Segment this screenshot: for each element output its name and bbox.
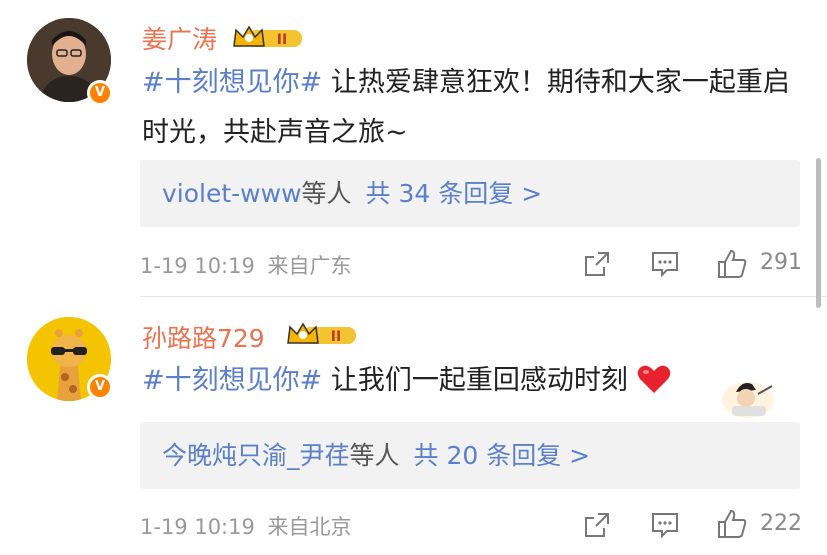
share-icon[interactable] bbox=[582, 510, 612, 540]
verified-badge: V bbox=[87, 374, 113, 400]
comment-text: #十刻想见你# 让我们一起重回感动时刻 bbox=[142, 356, 802, 406]
reply-etc: 等人 bbox=[301, 179, 352, 208]
like-icon[interactable] bbox=[716, 248, 748, 280]
reply-etc: 等人 bbox=[349, 441, 400, 470]
comment-item: V 姜广涛 II #十刻想见你# 让热爱肆意狂欢！期待和大家一起重启时光，共赴声… bbox=[0, 0, 827, 296]
like-count: 291 bbox=[760, 250, 802, 275]
svg-text:II: II bbox=[277, 32, 287, 48]
username[interactable]: 姜广涛 bbox=[142, 20, 217, 56]
comment-datetime: 1-19 10:19 bbox=[140, 254, 255, 278]
reply-users[interactable]: 今晚炖只渝_尹荏 bbox=[162, 441, 350, 470]
comment-location: 来自北京 bbox=[267, 515, 352, 539]
reply-count[interactable]: 共 20 条回复 > bbox=[414, 441, 591, 470]
comment-text: #十刻想见你# 让热爱肆意狂欢！期待和大家一起重启时光，共赴声音之旅~ bbox=[142, 58, 802, 158]
share-icon[interactable] bbox=[582, 249, 612, 279]
replies-preview[interactable]: 今晚炖只渝_尹荏等人共 20 条回复 > bbox=[140, 422, 800, 489]
comment-meta: 1-19 10:19 来自广东 bbox=[140, 250, 352, 280]
comment-datetime: 1-19 10:19 bbox=[140, 515, 255, 539]
topic-link[interactable]: #十刻想见你# bbox=[142, 365, 322, 396]
comment-item: V 孙路路729 II #十刻想见你# 让我们一起重回感动时刻 今晚炖只渝_尹荏… bbox=[0, 297, 827, 555]
comment-icon[interactable] bbox=[650, 510, 680, 540]
svg-text:II: II bbox=[331, 329, 341, 345]
like-icon[interactable] bbox=[716, 508, 748, 540]
reply-count[interactable]: 共 34 条回复 > bbox=[366, 179, 543, 208]
crown-level-icon: II bbox=[233, 25, 302, 48]
comment-body: 让我们一起重回感动时刻 bbox=[322, 365, 628, 396]
username[interactable]: 孙路路729 bbox=[142, 319, 265, 355]
sticker-emoji-icon bbox=[722, 382, 774, 418]
comment-location: 来自广东 bbox=[267, 254, 352, 278]
like-count: 222 bbox=[760, 511, 802, 536]
comment-icon[interactable] bbox=[650, 249, 680, 279]
crown-level-icon: II bbox=[287, 322, 356, 345]
replies-preview[interactable]: violet-www等人共 34 条回复 > bbox=[140, 160, 800, 227]
verified-badge: V bbox=[87, 80, 113, 106]
topic-link[interactable]: #十刻想见你# bbox=[142, 67, 322, 98]
comment-meta: 1-19 10:19 来自北京 bbox=[140, 511, 352, 541]
heart-emoji-icon bbox=[638, 365, 671, 393]
reply-users[interactable]: violet-www bbox=[162, 179, 302, 208]
scrollbar[interactable] bbox=[816, 158, 821, 308]
